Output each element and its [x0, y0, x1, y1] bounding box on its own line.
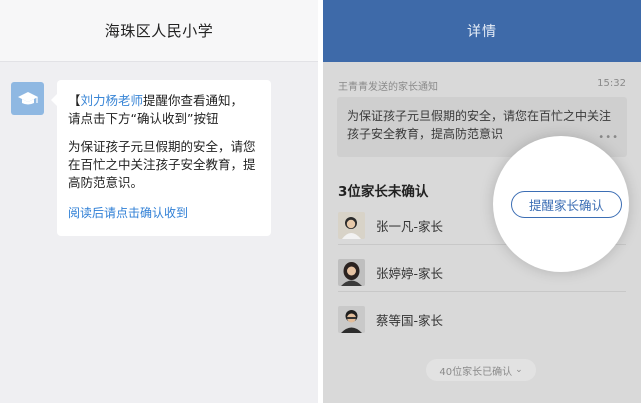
detail-title: 详情 [467, 24, 497, 40]
parent-row[interactable]: 张婷婷-家长 [338, 258, 538, 286]
confirmed-count-label: 40位家长已确认 [439, 366, 513, 378]
bracket: 【 [68, 93, 81, 108]
graduation-cap-icon[interactable] [11, 82, 44, 115]
divider [338, 291, 626, 292]
message-sender: 王青青发送的家长通知 [338, 82, 438, 93]
parent-name: 蔡等国-家长 [376, 312, 444, 328]
detail-header: 详情 [323, 0, 641, 62]
left-screen: 海珠区人民小学 【刘力杨老师提醒你查看通知， 请点击下方“确认收到”按钮 为保证… [0, 0, 318, 403]
avatar [338, 211, 365, 239]
confirm-link[interactable]: 阅读后请点击确认收到 [68, 204, 257, 221]
parent-row[interactable]: 蔡等国-家长 [338, 305, 538, 333]
avatar [338, 258, 365, 286]
bubble-body: 为保证孩子元旦假期的安全，请您在百忙之中关注孩子安全教育，提高防范意识。 [68, 139, 256, 190]
message-time: 15:32 [597, 78, 626, 89]
unconfirmed-title: 3位家长未确认 [338, 184, 429, 200]
notification-bubble[interactable]: 【刘力杨老师提醒你查看通知， 请点击下方“确认收到”按钮 为保证孩子元旦假期的安… [51, 80, 271, 236]
chat-title: 海珠区人民小学 [104, 22, 214, 40]
intro-text-2: 请点击下方“确认收到”按钮 [68, 111, 219, 126]
bubble-intro: 【刘力杨老师提醒你查看通知， 请点击下方“确认收到”按钮 [68, 92, 257, 128]
remind-parents-label: 提醒家长确认 [528, 198, 604, 213]
message-meta: 王青青发送的家长通知 15:32 [338, 78, 626, 93]
avatar [338, 305, 365, 333]
parent-name: 张一凡-家长 [376, 218, 444, 234]
remind-parents-button[interactable]: 提醒家长确认 [511, 191, 622, 218]
intro-text: 提醒你查看通知， [143, 93, 244, 108]
confirmed-count-toggle[interactable]: 40位家长已确认 ⌄ [426, 359, 536, 381]
chat-header: 海珠区人民小学 [0, 0, 318, 62]
chevron-down-icon: ⌄ [515, 365, 523, 375]
parent-name: 张婷婷-家长 [376, 265, 444, 281]
more-icon[interactable]: ••• [598, 129, 619, 147]
teacher-name[interactable]: 刘力杨老师 [81, 93, 144, 108]
